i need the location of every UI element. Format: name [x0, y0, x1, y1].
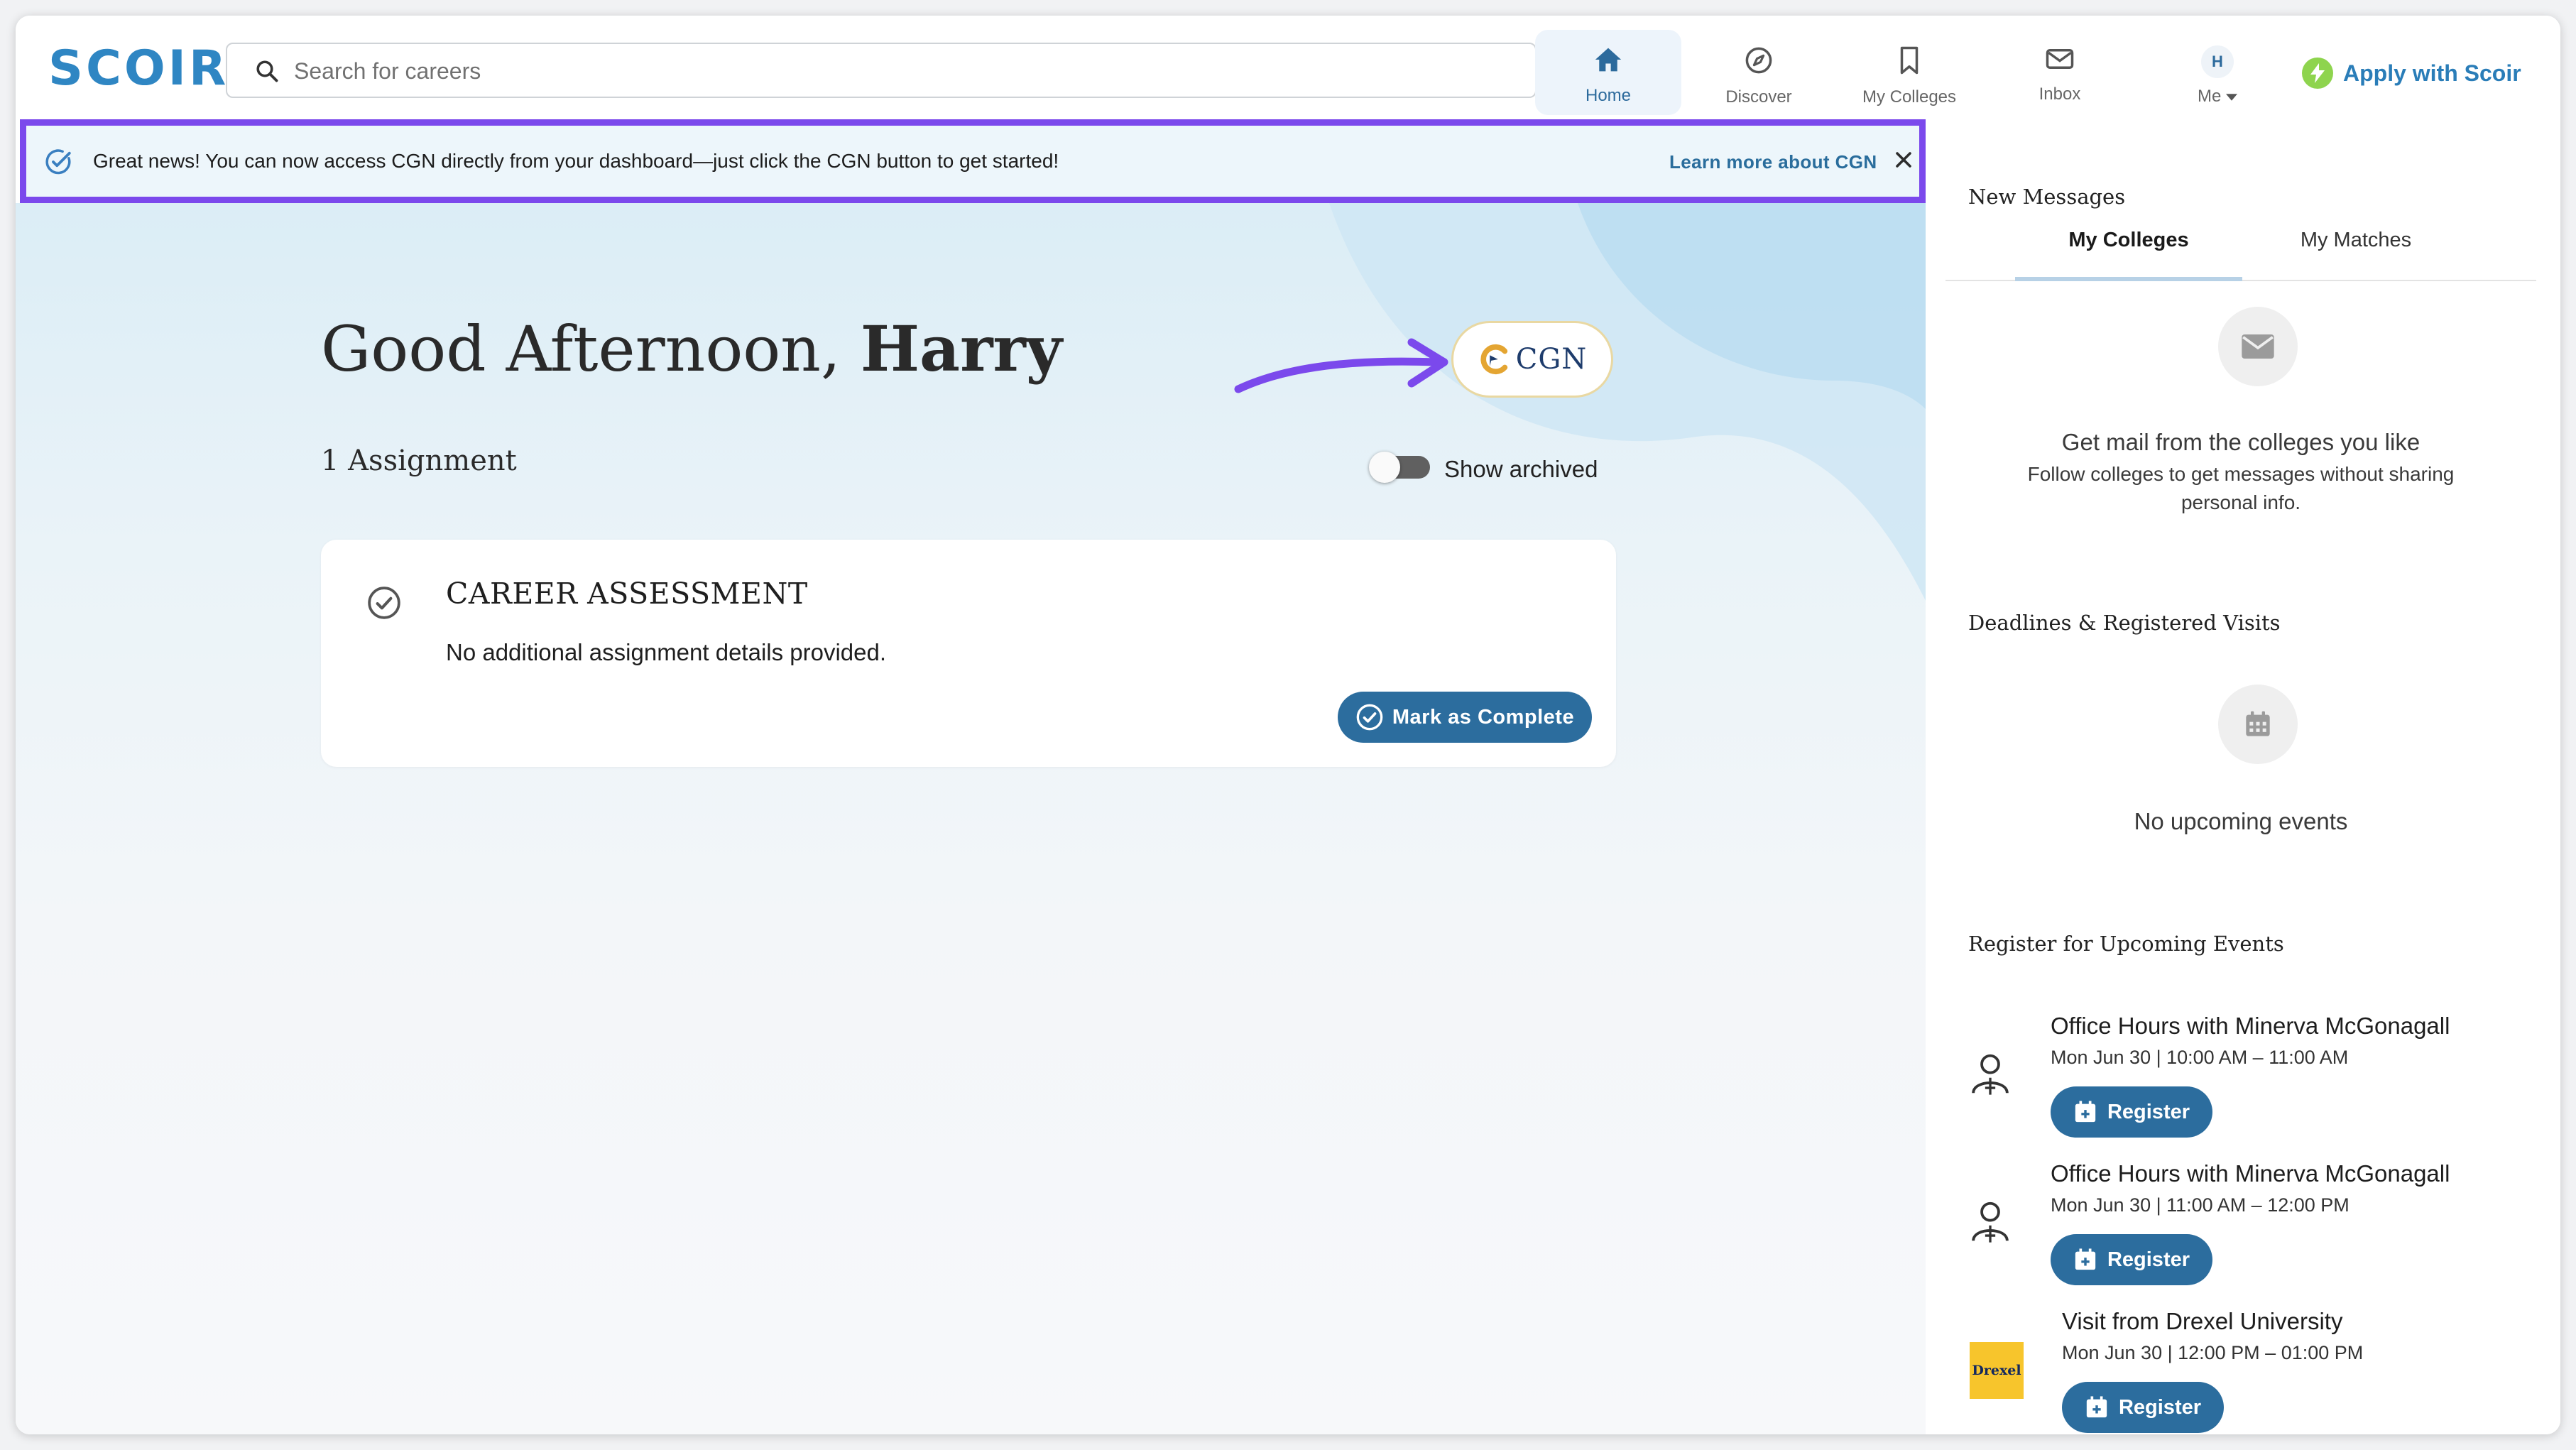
event-time: Mon Jun 30 | 11:00 AM – 12:00 PM	[2051, 1194, 2349, 1216]
home-icon	[1595, 48, 1622, 72]
app-window: SCOIR Home Discover My Colle	[16, 16, 2560, 1434]
person-icon	[1972, 1201, 2009, 1243]
show-archived-label: Show archived	[1444, 456, 1598, 482]
assignment-title: CAREER ASSESSMENT	[446, 577, 808, 611]
tab-my-matches[interactable]: My Matches	[2242, 229, 2469, 252]
apply-with-scoir-link[interactable]: Apply with Scoir	[2302, 55, 2521, 91]
apply-label: Apply with Scoir	[2343, 60, 2521, 86]
greeting: Good Afternoon, Harry	[321, 310, 1062, 388]
greeting-prefix: Good Afternoon,	[321, 312, 861, 386]
deadlines-empty-text: No upcoming events	[2134, 808, 2348, 834]
check-circle-icon	[368, 587, 400, 619]
toggle-knob	[1369, 452, 1400, 483]
drexel-logo: Drexel	[1970, 1342, 2024, 1399]
cgn-button[interactable]: CGN	[1451, 321, 1613, 398]
event-time: Mon Jun 30 | 10:00 AM – 11:00 AM	[2051, 1047, 2349, 1068]
tab-my-colleges[interactable]: My Colleges	[2015, 229, 2242, 252]
cgn-label: CGN	[1515, 343, 1588, 376]
mail-icon	[2046, 49, 2074, 69]
announcement-banner: Great news! You can now access CGN direc…	[20, 119, 1926, 203]
search-box[interactable]	[226, 43, 1537, 98]
lightning-icon	[2302, 58, 2333, 89]
calendar-plus-icon	[2075, 1101, 2096, 1123]
register-label: Register	[2118, 1395, 2202, 1419]
nav-inbox-label: Inbox	[2039, 85, 2081, 104]
caret-down-icon	[2226, 94, 2237, 101]
messages-empty-icon	[2218, 307, 2298, 386]
tab-selected-indicator	[2015, 277, 2242, 281]
nav-home[interactable]: Home	[1535, 30, 1681, 115]
nav-inbox[interactable]: Inbox	[1987, 30, 2133, 115]
learn-more-cgn-link[interactable]: Learn more about CGN	[1669, 151, 1877, 173]
event-title: Office Hours with Minerva McGonagall	[2051, 1160, 2450, 1187]
search-icon	[256, 60, 278, 82]
event-title: Office Hours with Minerva McGonagall	[2051, 1013, 2450, 1039]
drexel-logo-text: Drexel	[1972, 1363, 2021, 1378]
calendar-plus-icon	[2075, 1248, 2096, 1270]
mark-as-complete-button[interactable]: Mark as Complete	[1338, 692, 1592, 743]
assignment-card: CAREER ASSESSMENT No additional assignme…	[321, 540, 1616, 767]
register-button[interactable]: Register	[2051, 1234, 2212, 1285]
top-navbar: SCOIR Home Discover My Colle	[16, 16, 2560, 122]
messages-empty-subtitle: Follow colleges to get messages without …	[2027, 463, 2455, 513]
banner-text: Great news! You can now access CGN direc…	[93, 150, 1059, 172]
mark-as-complete-label: Mark as Complete	[1392, 705, 1575, 729]
register-button[interactable]: Register	[2051, 1086, 2212, 1138]
register-button[interactable]: Register	[2062, 1382, 2224, 1433]
check-circle-icon	[1356, 704, 1383, 731]
nav-home-label: Home	[1585, 86, 1632, 105]
check-circle-icon	[45, 149, 71, 175]
calendar-icon	[2246, 711, 2270, 736]
nav-discover[interactable]: Discover	[1686, 30, 1832, 115]
messages-empty-title: Get mail from the colleges you like	[2061, 429, 2421, 455]
person-icon	[1972, 1054, 2009, 1095]
register-label: Register	[2107, 1100, 2190, 1123]
nav-discover-label: Discover	[1725, 87, 1792, 107]
nav-my-colleges[interactable]: My Colleges	[1836, 30, 1982, 115]
deadlines-heading: Deadlines & Registered Visits	[1968, 611, 2281, 635]
nav-my-colleges-label: My Colleges	[1862, 87, 1957, 107]
event-time: Mon Jun 30 | 12:00 PM – 01:00 PM	[2062, 1342, 2364, 1363]
avatar: H	[2201, 45, 2234, 78]
scoir-logo[interactable]: SCOIR	[48, 45, 229, 93]
register-label: Register	[2107, 1248, 2190, 1271]
search-input[interactable]	[293, 51, 1502, 91]
right-sidebar: New Messages My Colleges My Matches Get …	[1926, 122, 2560, 1434]
event-title: Visit from Drexel University	[2062, 1308, 2343, 1334]
nav-me-label: Me	[2144, 87, 2291, 107]
assignment-description: No additional assignment details provide…	[446, 639, 887, 665]
new-messages-heading: New Messages	[1968, 185, 2126, 209]
nav-me-text: Me	[2197, 87, 2222, 106]
close-icon[interactable]	[1891, 147, 1916, 173]
cgn-logo-icon	[1480, 344, 1507, 375]
nav-me[interactable]: H Me	[2144, 30, 2291, 115]
arrow-pointer	[1234, 338, 1448, 393]
greeting-name: Harry	[860, 312, 1062, 386]
main-dashboard: Good Afternoon, Harry CGN 1 Assignment S…	[16, 203, 1926, 1434]
bookmark-icon	[1900, 46, 1919, 75]
show-archived-toggle[interactable]	[1369, 452, 1430, 483]
compass-icon	[1745, 47, 1772, 74]
register-events-heading: Register for Upcoming Events	[1968, 932, 2284, 956]
deadlines-empty-icon	[2218, 685, 2298, 764]
assignment-count: 1 Assignment	[321, 445, 517, 477]
calendar-plus-icon	[2086, 1396, 2107, 1418]
envelope-icon	[2242, 334, 2274, 359]
